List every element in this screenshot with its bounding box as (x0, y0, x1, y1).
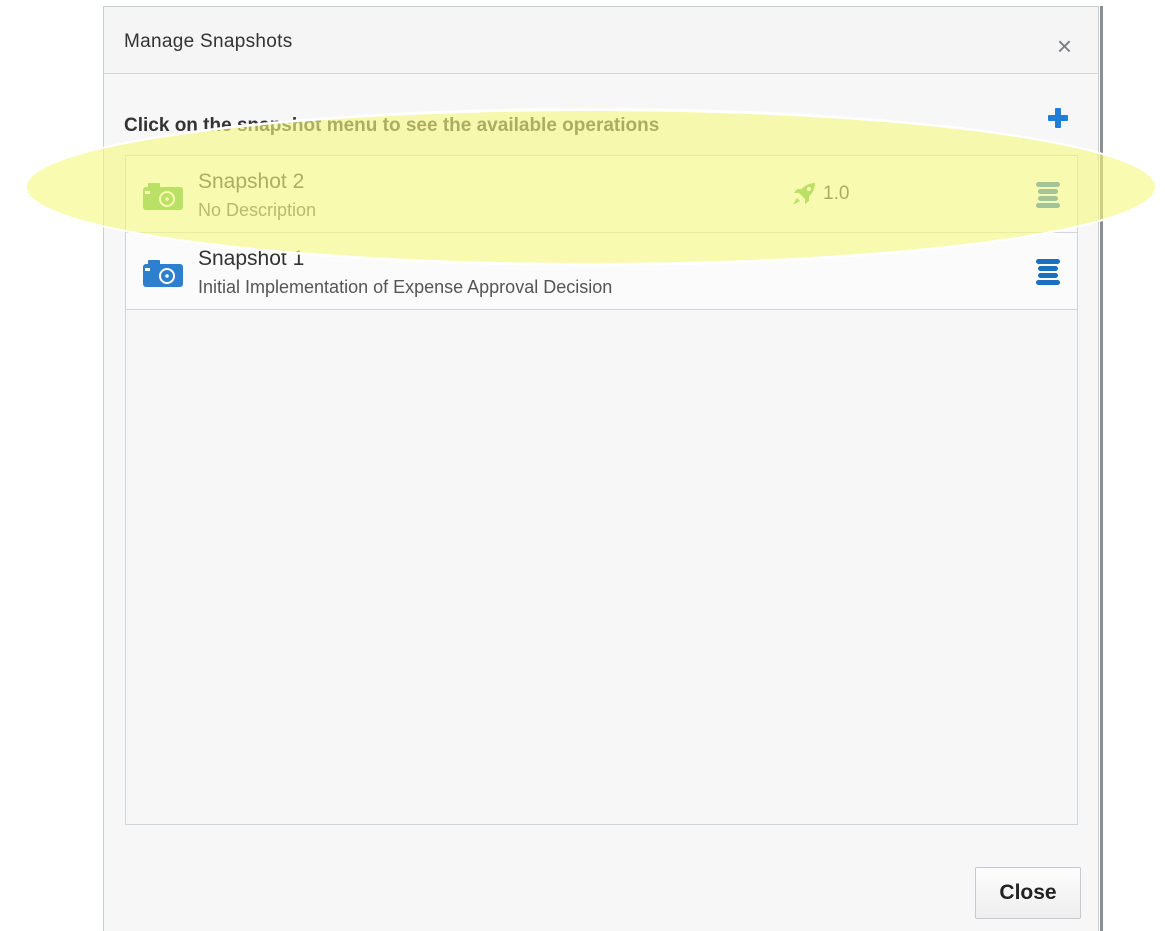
camera-icon (143, 260, 183, 287)
snapshot-name: Snapshot 1 (198, 247, 305, 270)
manage-snapshots-dialog: Manage Snapshots × Click on the snapshot… (103, 6, 1099, 931)
instruction-text: Click on the snapshot menu to see the av… (124, 115, 660, 136)
dialog-header: Manage Snapshots × (104, 7, 1098, 74)
version-number: 1.0 (823, 183, 850, 204)
dialog-title: Manage Snapshots (124, 31, 293, 52)
close-icon[interactable]: × (1057, 33, 1072, 59)
snapshot-menu-icon[interactable] (1033, 257, 1063, 287)
deployed-version: 1.0 (791, 180, 849, 208)
snapshot-row[interactable]: Snapshot 2 No Description 1.0 (126, 156, 1077, 233)
snapshot-description: Initial Implementation of Expense Approv… (198, 277, 613, 297)
snapshot-menu-icon[interactable] (1033, 180, 1063, 210)
window-edge (1100, 6, 1103, 931)
snapshot-name: Snapshot 2 (198, 170, 305, 193)
snapshot-description: No Description (198, 200, 317, 220)
snapshot-list: Snapshot 2 No Description 1.0 Snapshot 1… (125, 155, 1078, 825)
rocket-icon (793, 183, 815, 205)
close-button[interactable]: Close (975, 867, 1081, 919)
snapshot-row[interactable]: Snapshot 1 Initial Implementation of Exp… (126, 233, 1077, 310)
add-snapshot-icon[interactable] (1046, 106, 1070, 130)
camera-icon (143, 183, 183, 210)
